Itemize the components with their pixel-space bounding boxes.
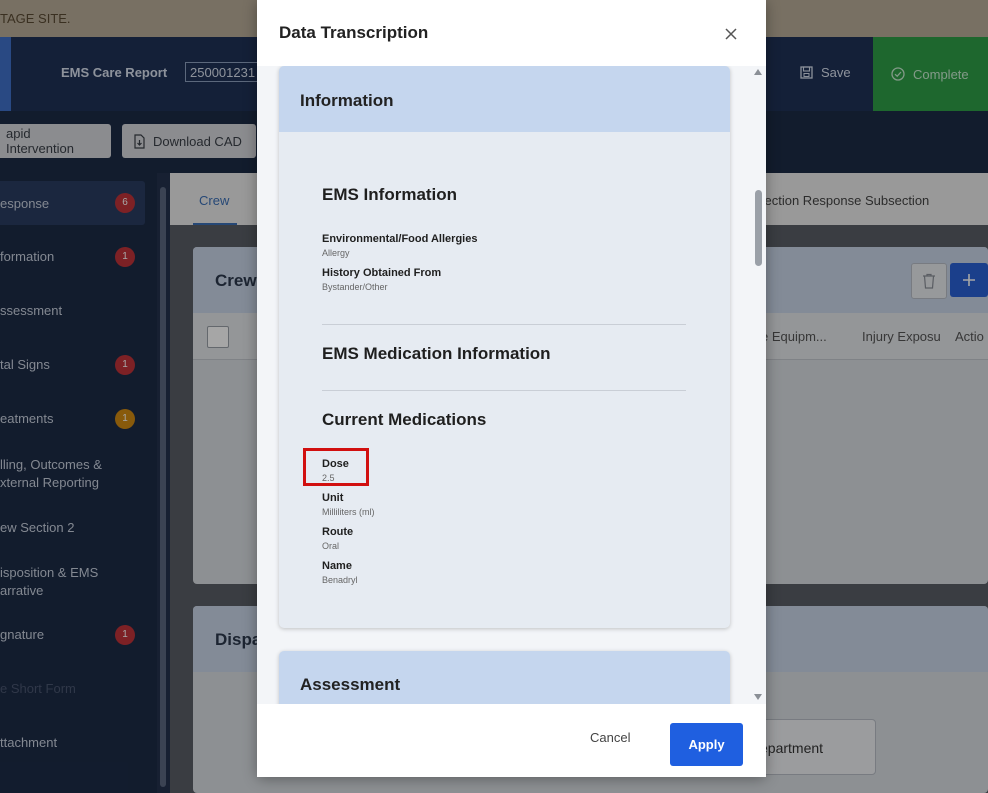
close-icon xyxy=(725,28,737,40)
dialog-scrollbar-thumb[interactable] xyxy=(755,190,762,266)
dose-highlight-box xyxy=(303,448,369,486)
field-label: Environmental/Food Allergies xyxy=(322,233,478,245)
unit-label: Unit xyxy=(322,492,344,504)
cancel-button[interactable]: Cancel xyxy=(590,730,630,745)
section-divider xyxy=(322,390,686,391)
unit-value: Milliliters (ml) xyxy=(322,507,375,517)
dialog-body[interactable]: Information EMS Information Environmenta… xyxy=(257,66,766,704)
dialog-footer: Cancel Apply xyxy=(257,704,766,777)
name-label: Name xyxy=(322,560,352,572)
close-button[interactable] xyxy=(719,22,743,46)
information-section: Information EMS Information Environmenta… xyxy=(279,66,730,628)
scroll-up-arrow-icon[interactable] xyxy=(754,69,762,75)
name-value: Benadryl xyxy=(322,575,358,585)
dialog-scrollbar[interactable] xyxy=(751,66,766,704)
assessment-section: Assessment xyxy=(279,651,730,704)
field-value: Bystander/Other xyxy=(322,282,388,292)
scroll-down-arrow-icon[interactable] xyxy=(754,694,762,700)
route-label: Route xyxy=(322,526,354,538)
dialog-header: Data Transcription xyxy=(257,0,766,66)
assessment-section-title: Assessment xyxy=(300,675,401,694)
information-section-header[interactable]: Information xyxy=(279,66,730,132)
ems-medication-information-title: EMS Medication Information xyxy=(322,344,551,363)
information-section-title: Information xyxy=(300,91,394,110)
current-medications-title: Current Medications xyxy=(322,410,487,429)
apply-button[interactable]: Apply xyxy=(670,723,743,766)
field-value: Allergy xyxy=(322,248,350,258)
assessment-section-header[interactable]: Assessment xyxy=(279,651,730,704)
dialog-title: Data Transcription xyxy=(279,23,429,42)
section-divider xyxy=(322,324,686,325)
field-label: History Obtained From xyxy=(322,267,442,279)
route-value: Oral xyxy=(322,541,340,551)
ems-information-title: EMS Information xyxy=(322,185,458,204)
data-transcription-dialog: Data Transcription Information EMS Infor… xyxy=(257,0,766,777)
